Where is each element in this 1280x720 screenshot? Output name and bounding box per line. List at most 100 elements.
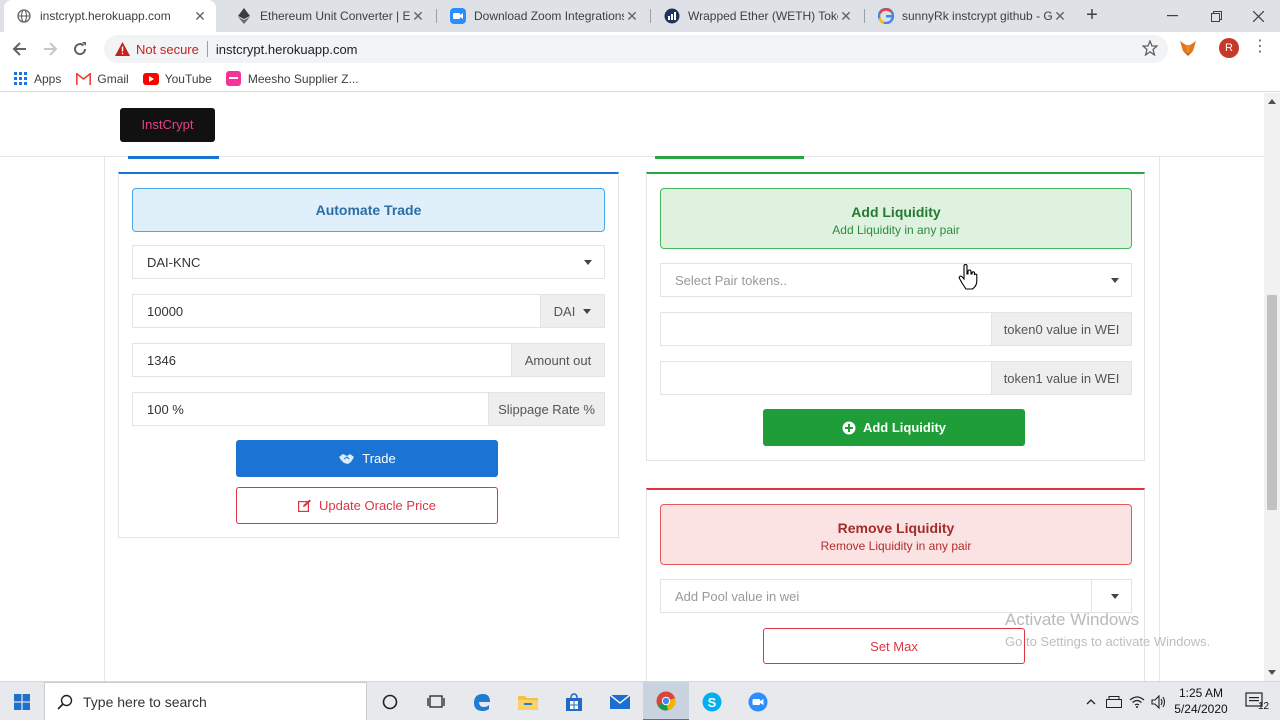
metamask-fox-icon[interactable] [1179, 39, 1197, 57]
back-button[interactable] [8, 37, 32, 61]
trade-button[interactable]: Trade [236, 440, 498, 477]
taskbar-chrome[interactable] [643, 682, 689, 720]
search-icon [57, 694, 73, 710]
start-button[interactable] [0, 682, 44, 720]
automate-trade-header: Automate Trade [132, 188, 605, 232]
set-max-button[interactable]: Set Max [763, 628, 1025, 664]
taskbar-mail[interactable] [597, 682, 643, 720]
reload-button[interactable] [68, 37, 92, 61]
cortana-circle-icon [382, 694, 398, 709]
browser-menu-icon[interactable]: ⋮ [1252, 38, 1268, 58]
tab-title: instcrypt.herokuapp.com [40, 9, 171, 23]
browser-tab-zoom[interactable]: Download Zoom Integrations ✕ [438, 0, 648, 32]
edit-icon [297, 499, 312, 512]
amount-in-group: 10000 DAI [132, 294, 605, 328]
chevron-down-icon [1111, 278, 1119, 283]
bookmark-gmail[interactable]: Gmail [75, 71, 129, 87]
folder-icon [518, 695, 538, 710]
handshake-icon [338, 453, 355, 465]
taskbar-store[interactable] [551, 682, 597, 720]
update-oracle-price-button[interactable]: Update Oracle Price [236, 487, 498, 524]
brand-logo-button[interactable]: InstCrypt [120, 108, 215, 142]
tray-network-device-icon[interactable] [1104, 682, 1124, 720]
close-tab-icon[interactable]: ✕ [624, 8, 640, 25]
close-tab-icon[interactable]: ✕ [192, 8, 208, 25]
warning-icon[interactable] [114, 41, 130, 57]
new-tab-button[interactable]: + [1080, 4, 1104, 28]
apps-grid-icon [12, 71, 28, 87]
tray-volume-icon[interactable] [1148, 682, 1170, 720]
activate-windows-title: Activate Windows [1005, 610, 1140, 629]
bookmark-youtube[interactable]: YouTube [142, 71, 212, 87]
cortana-button[interactable] [367, 682, 413, 720]
bookmark-apps[interactable]: Apps [12, 71, 61, 87]
token1-label: token1 value in WEI [992, 361, 1132, 395]
notification-count: 12 [1258, 701, 1270, 712]
pool-value-placeholder: Add Pool value in wei [675, 588, 800, 604]
taskbar-zoom[interactable] [735, 682, 781, 720]
taskbar-edge[interactable] [459, 682, 505, 720]
store-bag-icon [566, 692, 582, 711]
restore-window-button[interactable] [1194, 0, 1238, 32]
pair-tokens-select[interactable]: Select Pair tokens.. [660, 263, 1132, 297]
tab-indicator-liquidity [655, 156, 804, 159]
close-tab-icon[interactable]: ✕ [410, 8, 426, 25]
browser-tab-google[interactable]: sunnyRk instcrypt github - Go ✕ [866, 0, 1076, 32]
reload-icon [74, 42, 87, 56]
url-text[interactable]: instcrypt.herokuapp.com [216, 42, 358, 57]
pool-value-select[interactable]: Add Pool value in wei [660, 579, 1132, 613]
profile-avatar[interactable]: R [1219, 38, 1239, 58]
bookmark-meesho[interactable]: Meesho Supplier Z... [226, 71, 359, 87]
tab-indicator-trade [128, 156, 219, 159]
slippage-label: Slippage Rate % [489, 392, 605, 426]
remove-liquidity-subtitle: Remove Liquidity in any pair [820, 539, 972, 553]
windows-taskbar: Type here to search S 1:25 AM 5/24/2020 [0, 681, 1280, 720]
remove-liquidity-header: Remove Liquidity Remove Liquidity in any… [660, 504, 1132, 565]
trade-pair-select[interactable]: DAI-KNC [132, 245, 605, 279]
ethereum-icon [236, 8, 252, 24]
token0-input[interactable] [660, 312, 992, 346]
chevron-down-icon [583, 308, 592, 314]
taskbar-skype[interactable]: S [689, 682, 735, 720]
address-bar[interactable]: Not secure instcrypt.herokuapp.com [104, 35, 1168, 63]
page-scrollbar[interactable] [1264, 93, 1280, 681]
browser-tab-instcrypt[interactable]: instcrypt.herokuapp.com ✕ [4, 0, 216, 32]
plus-circle-icon [842, 421, 856, 435]
browser-tab-weth[interactable]: Wrapped Ether (WETH) Token ✕ [652, 0, 862, 32]
forward-button[interactable] [38, 37, 62, 61]
slippage-group: 100 % Slippage Rate % [132, 392, 605, 426]
chrome-icon [656, 691, 676, 711]
tab-title: Download Zoom Integrations [474, 9, 624, 23]
action-center-button[interactable]: 12 [1238, 682, 1274, 720]
amount-out-input[interactable]: 1346 [132, 343, 512, 377]
close-tab-icon[interactable]: ✕ [1052, 8, 1068, 25]
tray-overflow-chevron-icon[interactable] [1082, 682, 1100, 720]
scroll-down-arrow-icon[interactable] [1268, 670, 1276, 675]
close-tab-icon[interactable]: ✕ [838, 8, 854, 25]
bookmark-star-icon[interactable] [1141, 39, 1159, 59]
app-navbar: InstCrypt [0, 93, 1264, 157]
taskbar-clock[interactable]: 1:25 AM 5/24/2020 [1168, 685, 1234, 717]
add-liquidity-button[interactable]: Add Liquidity [763, 409, 1025, 446]
minimize-window-button[interactable] [1150, 0, 1194, 32]
chevron-down-icon [1111, 594, 1119, 599]
tab-separator [864, 9, 865, 23]
browser-tab-eth-converter[interactable]: Ethereum Unit Converter | Eth ✕ [224, 0, 434, 32]
close-window-button[interactable] [1236, 0, 1280, 32]
scrollbar-thumb[interactable] [1267, 295, 1277, 510]
bookmark-label: Apps [34, 71, 62, 86]
amount-in-input[interactable]: 10000 [132, 294, 541, 328]
token1-input[interactable] [660, 361, 992, 395]
taskbar-search-box[interactable]: Type here to search [44, 682, 367, 720]
token-in-dropdown[interactable]: DAI [541, 294, 605, 328]
taskbar-file-explorer[interactable] [505, 682, 551, 720]
tab-separator [436, 9, 437, 23]
task-view-button[interactable] [413, 682, 459, 720]
bookmark-label: Gmail [97, 71, 129, 86]
tray-wifi-icon[interactable] [1126, 682, 1148, 720]
add-liquidity-title: Add Liquidity [851, 204, 941, 220]
remove-liquidity-title: Remove Liquidity [837, 520, 955, 536]
scroll-up-arrow-icon[interactable] [1268, 99, 1276, 104]
not-secure-label[interactable]: Not secure [136, 42, 199, 57]
slippage-input[interactable]: 100 % [132, 392, 489, 426]
